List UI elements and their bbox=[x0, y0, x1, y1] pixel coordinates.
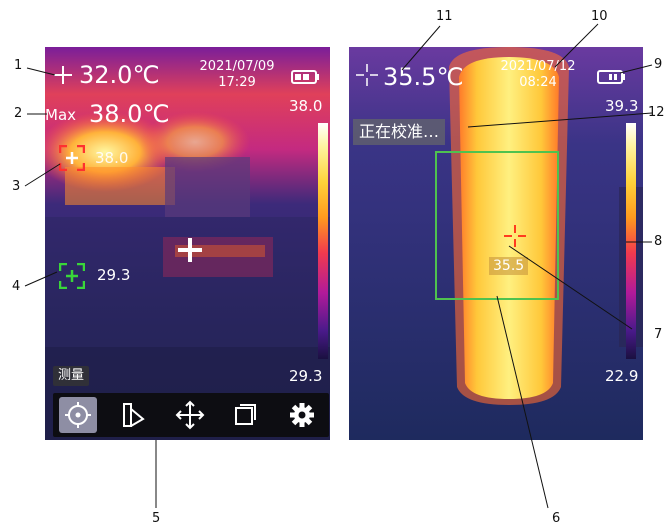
callout-7: 7 bbox=[654, 327, 663, 342]
callout-12: 12 bbox=[648, 105, 665, 120]
callout-11: 11 bbox=[436, 9, 453, 24]
callout-2: 2 bbox=[14, 106, 23, 121]
callout-6: 6 bbox=[552, 511, 561, 526]
callout-9: 9 bbox=[654, 57, 663, 72]
callout-lines bbox=[24, 23, 653, 509]
callout-5: 5 bbox=[152, 511, 161, 526]
callout-4: 4 bbox=[12, 279, 21, 294]
callout-8: 8 bbox=[654, 234, 663, 249]
callout-10: 10 bbox=[591, 9, 608, 24]
callout-1: 1 bbox=[14, 58, 23, 73]
callout-3: 3 bbox=[12, 179, 21, 194]
